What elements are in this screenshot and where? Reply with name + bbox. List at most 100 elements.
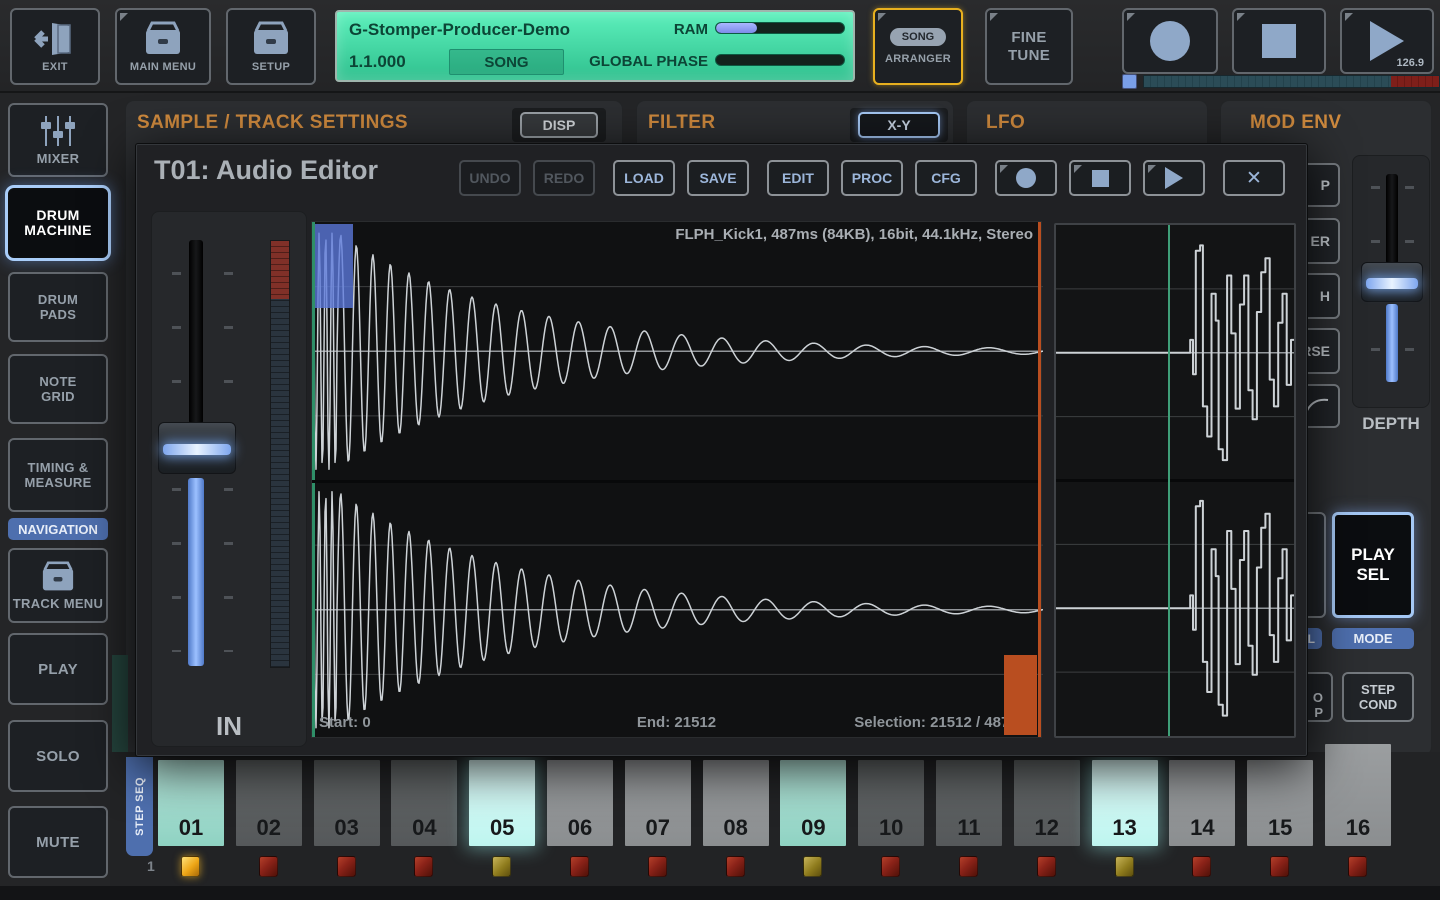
sample-track-settings-header: SAMPLE / TRACK SETTINGS bbox=[137, 112, 408, 134]
song-position-bar[interactable] bbox=[1122, 74, 1440, 89]
redo-button[interactable]: REDO bbox=[533, 160, 595, 196]
step-pad-05[interactable]: 05 bbox=[469, 760, 535, 846]
save-button[interactable]: SAVE bbox=[687, 160, 749, 196]
editor-record-button[interactable] bbox=[995, 160, 1057, 196]
record-icon bbox=[1016, 168, 1036, 188]
sidebar-item-drum-pads[interactable]: DRUM PADS bbox=[8, 272, 108, 342]
song-position-handle[interactable] bbox=[1122, 74, 1137, 89]
step-marker-08[interactable] bbox=[726, 856, 745, 877]
waveform-display[interactable]: FLPH_Kick1, 487ms (84KB), 16bit, 44.1kHz… bbox=[311, 221, 1042, 738]
in-fader-fill bbox=[188, 478, 204, 666]
editor-stop-button[interactable] bbox=[1069, 160, 1131, 196]
step-marker-13[interactable] bbox=[1115, 856, 1134, 877]
step-marker-14[interactable] bbox=[1192, 856, 1211, 877]
selection-end-line[interactable] bbox=[1038, 222, 1041, 737]
step-number: 05 bbox=[490, 815, 514, 841]
waveform-zoom-panel[interactable] bbox=[1054, 223, 1296, 738]
xy-button[interactable]: X-Y bbox=[858, 112, 940, 138]
in-level-meter bbox=[270, 240, 290, 668]
mode-tag: MODE bbox=[1332, 628, 1414, 649]
depth-fader-track[interactable] bbox=[1386, 174, 1398, 264]
setup-drawer-icon bbox=[248, 21, 294, 57]
selection-end-handle[interactable] bbox=[1004, 655, 1037, 735]
step-number: 15 bbox=[1268, 815, 1292, 841]
step-pad-11[interactable]: 11 bbox=[936, 760, 1002, 846]
track-menu-drawer-icon bbox=[36, 561, 80, 593]
close-button[interactable]: ✕ bbox=[1223, 160, 1285, 196]
step-number: 03 bbox=[334, 815, 358, 841]
zoom-region-indicator[interactable] bbox=[315, 224, 353, 308]
step-pad-06[interactable]: 06 bbox=[547, 760, 613, 846]
proc-button[interactable]: PROC bbox=[841, 160, 903, 196]
step-marker-10[interactable] bbox=[881, 856, 900, 877]
step-marker-07[interactable] bbox=[648, 856, 667, 877]
exit-door-icon bbox=[32, 21, 78, 57]
step-pad-15[interactable]: 15 bbox=[1247, 760, 1313, 846]
mode-song-button[interactable]: SONG bbox=[449, 49, 564, 75]
sidebar-item-mute[interactable]: MUTE bbox=[8, 806, 108, 878]
step-pad-10[interactable]: 10 bbox=[858, 760, 924, 846]
step-number: 13 bbox=[1112, 815, 1136, 841]
step-marker-04[interactable] bbox=[414, 856, 433, 877]
play-button[interactable]: 126.9 bbox=[1340, 8, 1434, 74]
setup-button[interactable]: SETUP bbox=[226, 8, 316, 85]
editor-play-button[interactable] bbox=[1143, 160, 1205, 196]
sidebar-item-solo[interactable]: SOLO bbox=[8, 720, 108, 792]
audio-editor-dialog: T01: Audio Editor UNDO REDO LOAD SAVE ED… bbox=[135, 143, 1308, 757]
exit-button[interactable]: EXIT bbox=[10, 8, 100, 85]
step-marker-12[interactable] bbox=[1037, 856, 1056, 877]
step-cond-button[interactable]: STEP COND bbox=[1342, 672, 1414, 722]
disp-button[interactable]: DISP bbox=[520, 112, 598, 138]
step-pad-02[interactable]: 02 bbox=[236, 760, 302, 846]
song-arranger-button[interactable]: SONG ARRANGER bbox=[873, 8, 963, 85]
in-fader-track[interactable] bbox=[189, 240, 203, 424]
step-pad-04[interactable]: 04 bbox=[391, 760, 457, 846]
step-marker-15[interactable] bbox=[1270, 856, 1289, 877]
step-pad-12[interactable]: 12 bbox=[1014, 760, 1080, 846]
depth-fader-handle[interactable] bbox=[1361, 262, 1423, 302]
step-marker-16[interactable] bbox=[1348, 856, 1367, 877]
sidebar-item-note-grid[interactable]: NOTE GRID bbox=[8, 354, 108, 424]
step-pad-03[interactable]: 03 bbox=[314, 760, 380, 846]
load-button[interactable]: LOAD bbox=[613, 160, 675, 196]
step-marker-01[interactable] bbox=[181, 856, 200, 877]
step-pad-07[interactable]: 07 bbox=[625, 760, 691, 846]
step-marker-11[interactable] bbox=[959, 856, 978, 877]
stop-icon bbox=[1262, 24, 1296, 58]
step-page-number: 1 bbox=[147, 858, 155, 874]
record-button[interactable] bbox=[1122, 8, 1218, 74]
stop-button[interactable] bbox=[1232, 8, 1326, 74]
step-marker-03[interactable] bbox=[337, 856, 356, 877]
song-badge: SONG bbox=[890, 28, 946, 46]
sidebar-item-timing-measure[interactable]: TIMING & MEASURE bbox=[8, 438, 108, 512]
step-pad-09[interactable]: 09 bbox=[780, 760, 846, 846]
step-marker-09[interactable] bbox=[803, 856, 822, 877]
step-marker-02[interactable] bbox=[259, 856, 278, 877]
step-number: 09 bbox=[801, 815, 825, 841]
step-pad-13[interactable]: 13 bbox=[1092, 760, 1158, 846]
cfg-button[interactable]: CFG bbox=[915, 160, 977, 196]
sidebar-item-play[interactable]: PLAY bbox=[8, 633, 108, 705]
in-fader-handle[interactable] bbox=[158, 422, 236, 474]
bpm-value: 126.9 bbox=[1396, 57, 1424, 69]
play-sel-button[interactable]: PLAY SEL bbox=[1332, 512, 1414, 618]
fine-tune-button[interactable]: FINE TUNE bbox=[985, 8, 1073, 85]
undo-button[interactable]: UNDO bbox=[459, 160, 521, 196]
step-number: 14 bbox=[1190, 815, 1214, 841]
sidebar-item-mixer[interactable]: MIXER bbox=[8, 103, 108, 177]
step-marker-05[interactable] bbox=[492, 856, 511, 877]
stop-icon bbox=[1092, 170, 1109, 187]
bottom-strip bbox=[0, 886, 1440, 900]
sidebar-item-drum-machine[interactable]: DRUM MACHINE bbox=[8, 188, 108, 258]
step-marker-06[interactable] bbox=[570, 856, 589, 877]
step-pad-16[interactable]: 16 bbox=[1325, 744, 1391, 846]
project-title: G-Stomper-Producer-Demo bbox=[349, 20, 570, 40]
main-menu-button[interactable]: MAIN MENU bbox=[115, 8, 211, 85]
step-pad-01[interactable]: 01 bbox=[158, 760, 224, 846]
step-seq-tab[interactable]: STEP SEQ bbox=[126, 757, 153, 856]
edit-button[interactable]: EDIT bbox=[767, 160, 829, 196]
step-pad-08[interactable]: 08 bbox=[703, 760, 769, 846]
channel-divider bbox=[312, 480, 1041, 483]
sidebar-item-track-menu[interactable]: TRACK MENU bbox=[8, 548, 108, 623]
step-pad-14[interactable]: 14 bbox=[1169, 760, 1235, 846]
